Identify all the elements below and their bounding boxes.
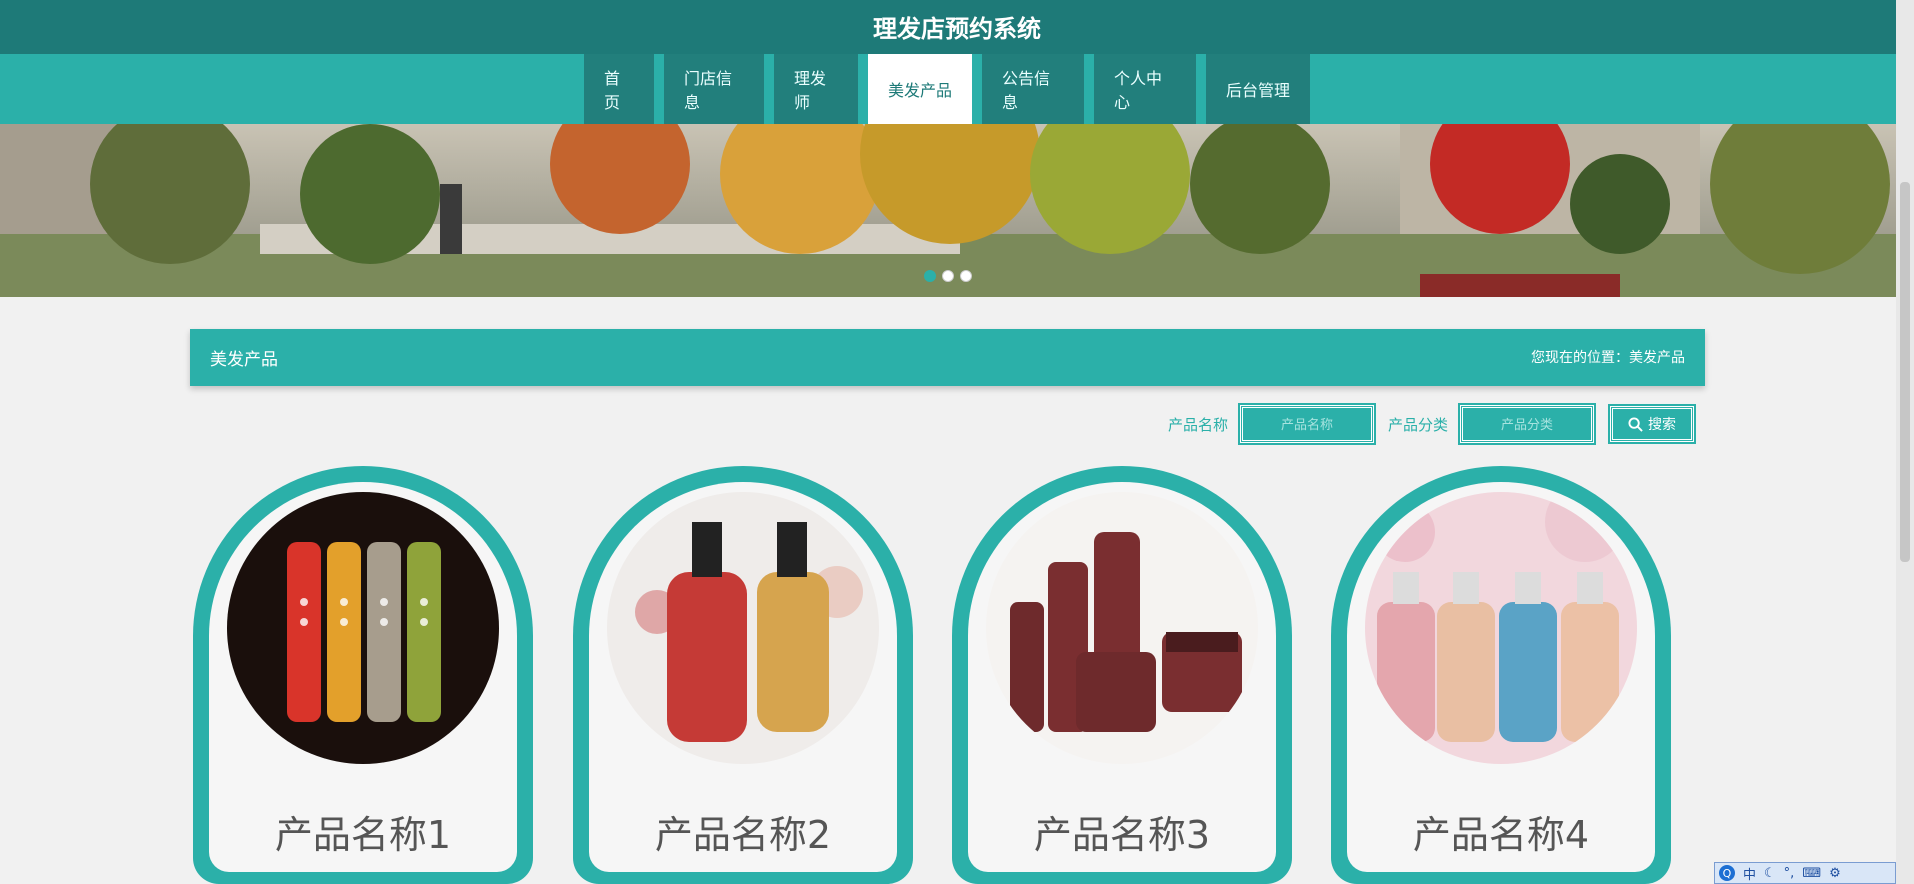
product-category-label: 产品分类 xyxy=(1388,415,1449,434)
product-name[interactable]: 产品名称2 xyxy=(589,804,897,859)
nav-item-home[interactable]: 首页 xyxy=(584,54,654,124)
product-name[interactable]: 产品名称1 xyxy=(209,804,517,859)
product-card[interactable]: 产品名称4 xyxy=(1331,466,1671,884)
nav-item-stores[interactable]: 门店信息 xyxy=(664,54,764,124)
product-name[interactable]: 产品名称4 xyxy=(1347,804,1655,859)
breadcrumb: 您现在的位置：美发产品 xyxy=(1531,350,1685,366)
section-title: 美发产品 xyxy=(210,350,278,370)
site-title: 理发店预约系统 xyxy=(873,15,1041,43)
keyboard-icon[interactable]: ⌨ xyxy=(1802,866,1821,881)
carousel-dot-3[interactable] xyxy=(960,270,972,282)
product-image[interactable] xyxy=(607,492,879,764)
nav-item-hair-products[interactable]: 美发产品 xyxy=(868,54,972,124)
product-image[interactable] xyxy=(227,492,499,764)
product-name[interactable]: 产品名称3 xyxy=(968,804,1276,859)
settings-icon[interactable]: ⚙ xyxy=(1829,866,1841,881)
ime-logo-icon[interactable]: Q xyxy=(1719,865,1735,881)
product-image[interactable] xyxy=(1365,492,1637,764)
punctuation-icon[interactable]: °, xyxy=(1784,866,1795,881)
top-bar: 理发店预约系统 xyxy=(0,0,1914,54)
ime-status-bar[interactable]: Q 中 ☾ °, ⌨ ⚙ xyxy=(1714,862,1896,884)
section-header: 美发产品 您现在的位置：美发产品 xyxy=(190,329,1705,386)
product-card[interactable]: 产品名称1 xyxy=(193,466,533,884)
main-nav: 首页 门店信息 理发师 美发产品 公告信息 个人中心 后台管理 xyxy=(0,54,1914,124)
product-name-label: 产品名称 xyxy=(1168,415,1229,434)
search-bar: 产品名称 产品分类 搜索 xyxy=(1168,403,1697,445)
search-button[interactable]: 搜索 xyxy=(1608,404,1697,444)
banner-carousel[interactable] xyxy=(0,124,1896,297)
search-button-label: 搜索 xyxy=(1648,417,1677,433)
carousel-dot-2[interactable] xyxy=(942,270,954,282)
nav-item-announcements[interactable]: 公告信息 xyxy=(982,54,1084,124)
carousel-dot-1[interactable] xyxy=(924,270,936,282)
product-category-input[interactable] xyxy=(1458,403,1597,445)
scrollbar-thumb[interactable] xyxy=(1900,182,1910,562)
search-icon xyxy=(1628,416,1643,432)
nav-item-barbers[interactable]: 理发师 xyxy=(774,54,858,124)
page-scrollbar[interactable] xyxy=(1896,0,1914,884)
ime-mode-label[interactable]: 中 xyxy=(1743,864,1756,883)
nav-item-admin[interactable]: 后台管理 xyxy=(1206,54,1310,124)
nav-item-personal-center[interactable]: 个人中心 xyxy=(1094,54,1196,124)
product-card[interactable]: 产品名称2 xyxy=(573,466,913,884)
carousel-dots xyxy=(924,270,972,282)
moon-icon[interactable]: ☾ xyxy=(1764,866,1776,881)
product-name-input[interactable] xyxy=(1238,403,1377,445)
product-card[interactable]: 产品名称3 xyxy=(952,466,1292,884)
product-image[interactable] xyxy=(986,492,1258,764)
